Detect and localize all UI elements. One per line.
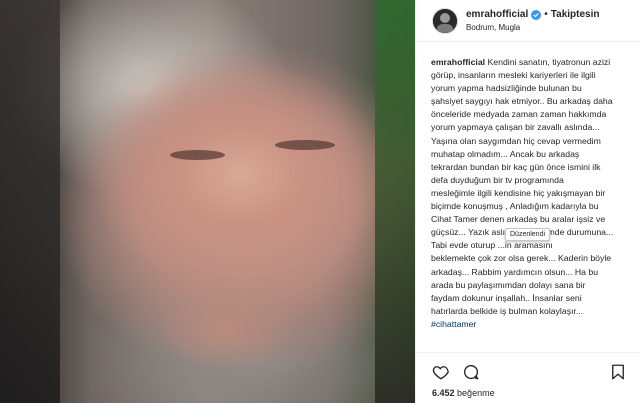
- likes-number: 6.452: [432, 388, 455, 398]
- caption-line: emrahofficial Kendini sanatın, tiyatronu…: [431, 56, 637, 69]
- photo-background-right: [375, 0, 415, 403]
- hashtag-link[interactable]: #cihattamer: [431, 318, 637, 331]
- header-row: emrahofficial • Takiptesin: [466, 9, 599, 21]
- verified-badge-icon: [531, 9, 542, 20]
- comment-bubble-icon[interactable]: [462, 363, 480, 381]
- caption-line: arada bu paylaşımımdan dolayı sana bir: [431, 279, 586, 290]
- bookmark-icon[interactable]: [609, 363, 627, 381]
- caption-line: Cihat Tamer denen arkadaş bu aralar işsi…: [431, 214, 606, 225]
- header-text: emrahofficial • Takiptesin Bodrum, Mugla: [466, 9, 599, 33]
- likes-count[interactable]: 6.452 beğenme: [432, 388, 495, 398]
- caption-line: Yaşına olan saygımdan hiç cevap vermedim: [431, 135, 601, 146]
- photo-right-eye: [275, 140, 335, 150]
- caption-line: mesleğimle ilgili kendisine hiç yakışmay…: [431, 187, 606, 198]
- heart-icon[interactable]: [432, 363, 450, 381]
- caption-line: faydam dokunur inşallah.. İnsanlar seni: [431, 292, 582, 303]
- caption-line: defa duyduğum bir tv programında: [431, 174, 564, 185]
- avatar[interactable]: [432, 7, 458, 34]
- caption-text: Kendini sanatın, tiyatronun azizi: [487, 57, 611, 67]
- caption-line: beklemekte çok zor olsa gerek... Kaderin…: [431, 253, 612, 264]
- edited-tooltip: Düzenlendi: [505, 228, 551, 241]
- action-icons: [432, 363, 480, 381]
- following-button[interactable]: Takiptesin: [551, 9, 600, 21]
- post-photo[interactable]: [0, 0, 415, 403]
- caption-line: yorum yapmaya çalışan bir zavallı aslınd…: [431, 122, 600, 133]
- caption-line: şahsiyet saygıyı hak etmiyor.. Bu arkada…: [431, 96, 613, 107]
- location-link[interactable]: Bodrum, Mugla: [466, 23, 599, 33]
- caption-username-link[interactable]: emrahofficial: [431, 57, 485, 67]
- photo-left-eye: [170, 150, 225, 160]
- caption-line: yorum yapma hadsizliğinde bulunan bu: [431, 83, 582, 94]
- caption-line: hatırlarda belkide iş bulman kolaylaşır.…: [431, 305, 584, 316]
- caption-line: görüp, insanların mesleki kariyerleri il…: [431, 70, 596, 81]
- avatar-image-icon: [433, 8, 457, 33]
- photo-background-left: [0, 0, 60, 403]
- caption-line: Tabi evde oturup ...in aramasını: [431, 240, 553, 251]
- panel-divider: [415, 0, 416, 403]
- separator-dot: •: [544, 8, 548, 20]
- caption-line: muhatap olmadım... Ancak bu arkadaş: [431, 148, 580, 159]
- username-link[interactable]: emrahofficial: [466, 9, 528, 21]
- post-actions: 6.452 beğenme: [416, 352, 640, 403]
- post-header: emrahofficial • Takiptesin Bodrum, Mugla: [416, 0, 640, 42]
- likes-label: beğenme: [457, 388, 495, 398]
- caption-line: önceleride medyada zaman zaman hakkımda: [431, 109, 607, 120]
- caption-line: tekrardan bundan bir kaç gün önce ismini…: [431, 161, 601, 172]
- caption-line: arkadaş... Rabbim yardımcın olsun... Ha …: [431, 266, 599, 277]
- post-caption: emrahofficial Kendini sanatın, tiyatronu…: [431, 56, 637, 331]
- caption-line: biçimde konuşmuş , Anladığım kadarıyla b…: [431, 201, 599, 212]
